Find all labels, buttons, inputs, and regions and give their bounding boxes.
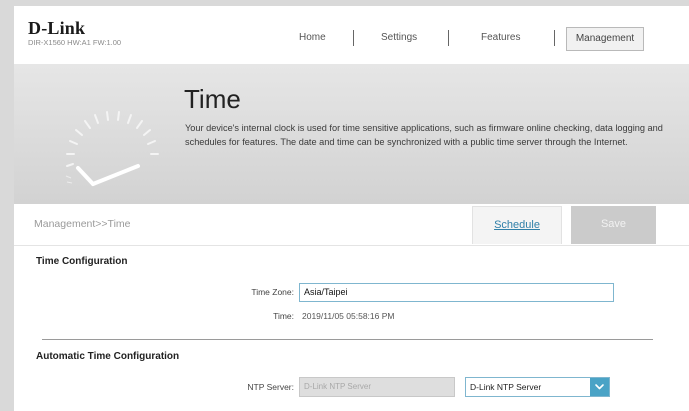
time-label: Time: [273, 311, 294, 321]
schedule-button[interactable]: Schedule [472, 206, 562, 244]
time-value: 2019/11/05 05:58:16 PM [302, 311, 395, 321]
breadcrumb: Management>>Time [34, 218, 131, 230]
section-divider [42, 339, 653, 340]
nav-divider [448, 30, 449, 46]
hero-banner: Time Your device's internal clock is use… [14, 64, 689, 204]
ntp-server-label: NTP Server: [247, 382, 294, 392]
timezone-label: Time Zone: [251, 287, 294, 297]
dlink-logo: D-Link [28, 18, 86, 38]
ntp-server-input[interactable]: D-Link NTP Server [299, 377, 455, 397]
header: D-Link DIR-X1560 HW:A1 FW:1.00 Home Sett… [14, 6, 689, 64]
toolbar: Management>>Time Schedule Save [14, 204, 689, 246]
chevron-down-icon[interactable] [590, 378, 609, 396]
timezone-field[interactable]: Asia/Taipei [299, 283, 614, 302]
automatic-time-heading: Automatic Time Configuration [36, 351, 180, 362]
nav-management[interactable]: Management [566, 27, 644, 51]
time-configuration-heading: Time Configuration [36, 256, 128, 267]
page-title: Time [184, 84, 241, 114]
save-button[interactable]: Save [571, 206, 656, 244]
page-description: Your device's internal clock is used for… [185, 123, 663, 147]
nav-divider [353, 30, 354, 46]
nav-features[interactable]: Features [481, 32, 520, 43]
clock-icon [65, 111, 159, 186]
model-info: DIR-X1560 HW:A1 FW:1.00 [28, 38, 122, 47]
nav-divider [554, 30, 555, 46]
nav-home[interactable]: Home [299, 32, 326, 43]
ntp-server-select-value: D-Link NTP Server [470, 382, 542, 392]
nav-settings[interactable]: Settings [381, 32, 417, 43]
router-admin-page: D-Link DIR-X1560 HW:A1 FW:1.00 Home Sett… [14, 6, 689, 411]
ntp-server-select[interactable]: D-Link NTP Server [465, 377, 610, 397]
